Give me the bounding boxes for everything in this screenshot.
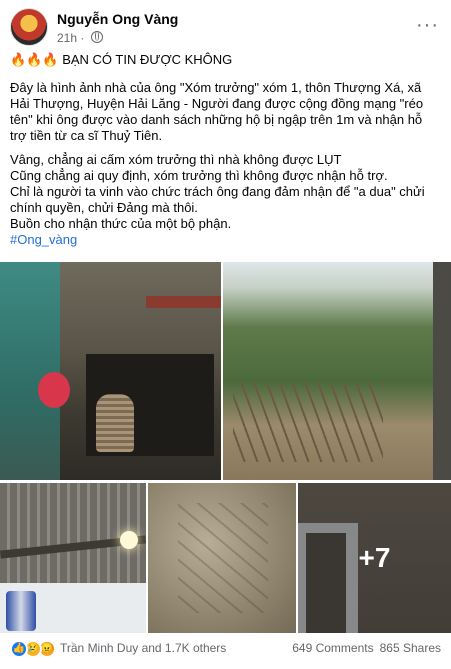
post-line: Chỉ là người ta vinh vào chức trách ông … <box>10 184 425 215</box>
post-time[interactable]: 21h <box>57 31 77 45</box>
photo-yard[interactable] <box>223 262 451 480</box>
more-photos-count: +7 <box>358 542 391 573</box>
post-header: Nguyễn Ong Vàng 21h · ··· <box>10 8 441 48</box>
post-paragraph: Đây là hình ảnh nhà của ông "Xóm trưởng"… <box>10 80 424 143</box>
like-icon: 👍 <box>10 640 28 658</box>
author-avatar[interactable] <box>10 8 48 46</box>
photo-roof[interactable] <box>0 483 146 633</box>
shares-count[interactable]: 865 Shares <box>380 641 441 655</box>
author-name[interactable]: Nguyễn Ong Vàng <box>57 11 178 27</box>
photo-wall[interactable] <box>148 483 296 633</box>
more-options-icon[interactable]: ··· <box>416 14 439 37</box>
photo-kitchen[interactable] <box>0 262 221 480</box>
engagement-counts: 649 Comments 865 Shares <box>292 641 441 655</box>
fire-icon: 🔥🔥🔥 <box>10 52 59 67</box>
photo-grid: +7 <box>0 262 451 633</box>
post-line: Cũng chẳng ai quy định, xóm trưởng thì k… <box>10 168 388 183</box>
comments-count[interactable]: 649 Comments <box>292 641 373 655</box>
reactions-summary[interactable]: Trần Minh Duy and 1.7K others <box>60 641 226 655</box>
post-text: 🔥🔥🔥 BẠN CÓ TIN ĐƯỢC KHÔNG Đây là hình ản… <box>10 52 440 248</box>
post-line: Vâng, chẳng ai cấm xóm trưởng thì nhà kh… <box>10 152 342 167</box>
photo-more[interactable]: +7 <box>298 483 451 633</box>
post-meta: 21h · <box>57 31 103 45</box>
post-title: 🔥🔥🔥 BẠN CÓ TIN ĐƯỢC KHÔNG <box>10 52 233 67</box>
post-footer: 👍 😢 😠 Trần Minh Duy and 1.7K others 649 … <box>10 640 441 660</box>
post-line: Buồn cho nhận thức của một bộ phận. <box>10 216 232 231</box>
globe-icon <box>90 31 103 43</box>
hashtag-link[interactable]: #Ong_vàng <box>10 232 440 248</box>
